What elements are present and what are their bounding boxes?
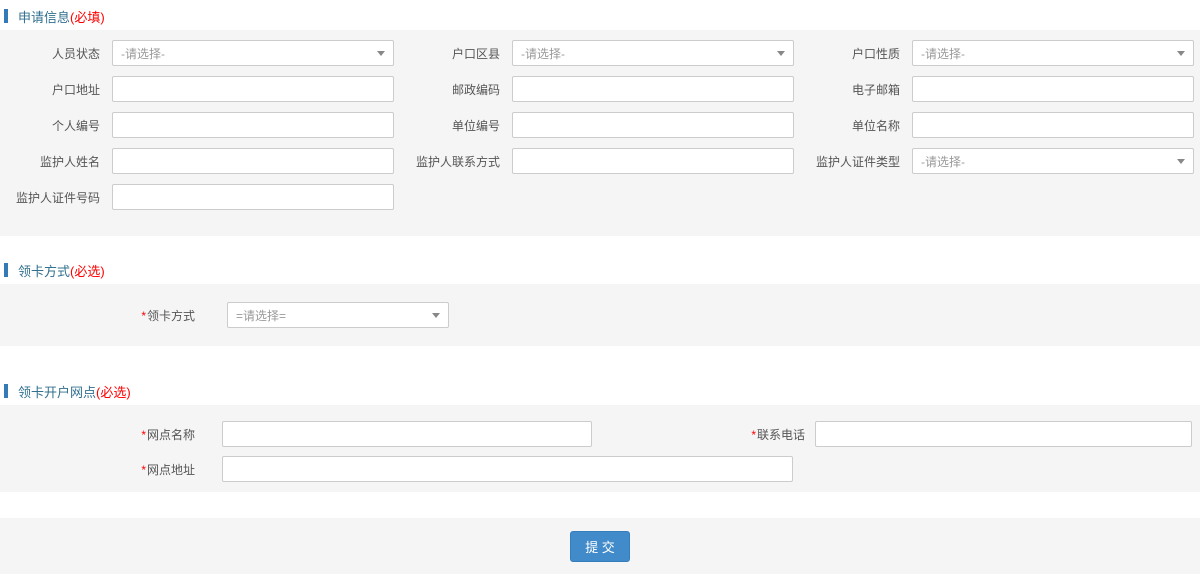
chevron-down-icon <box>1177 159 1185 164</box>
required-asterisk: * <box>141 428 146 442</box>
section-header-branch: 领卡开户网点 (必选) <box>4 383 1200 399</box>
section-header-application-info: 申请信息 (必填) <box>4 8 1200 24</box>
section-title: 领卡方式 <box>18 261 70 280</box>
form-row-3: 个人编号 单位编号 单位名称 <box>0 112 1200 138</box>
field-postal-code: 邮政编码 <box>400 76 800 102</box>
field-guardian-contact: 监护人联系方式 <box>400 148 800 174</box>
application-form-page: 申请信息 (必填) 人员状态 -请选择- 户口区县 -请选择- <box>0 0 1200 574</box>
field-label: 单位编号 <box>400 117 500 134</box>
field-guardian-name: 监护人姓名 <box>0 148 400 174</box>
chevron-down-icon <box>777 51 785 56</box>
chevron-down-icon <box>432 313 440 318</box>
field-label: 监护人证件号码 <box>0 189 100 206</box>
field-label-text: 领卡方式 <box>147 309 195 323</box>
field-label: 监护人联系方式 <box>400 153 500 170</box>
field-label: 人员状态 <box>0 45 100 62</box>
section-application-info: 申请信息 (必填) 人员状态 -请选择- 户口区县 -请选择- <box>0 8 1200 236</box>
field-card-method: *领卡方式 =请选择= <box>0 302 1200 328</box>
field-person-status: 人员状态 -请选择- <box>0 40 400 66</box>
field-hukou-address: 户口地址 <box>0 76 400 102</box>
email-input[interactable] <box>912 76 1194 102</box>
form-row-4: 监护人姓名 监护人联系方式 监护人证件类型 -请选择- <box>0 148 1200 174</box>
section-marker-icon <box>4 263 8 277</box>
field-label: 电子邮箱 <box>800 81 900 98</box>
guardian-id-no-input[interactable] <box>112 184 394 210</box>
required-asterisk: * <box>141 309 146 323</box>
field-unit-name: 单位名称 <box>800 112 1200 138</box>
select-value: -请选择- <box>921 153 965 170</box>
personal-no-input[interactable] <box>112 112 394 138</box>
guardian-contact-input[interactable] <box>512 148 794 174</box>
field-label-text: 联系电话 <box>757 428 805 442</box>
section-branch: 领卡开户网点 (必选) *网点名称 *联系电话 *网点地址 <box>0 383 1200 492</box>
field-email: 电子邮箱 <box>800 76 1200 102</box>
hukou-district-select[interactable]: -请选择- <box>512 40 794 66</box>
unit-no-input[interactable] <box>512 112 794 138</box>
select-value: -请选择- <box>921 45 965 62</box>
select-value: -请选择- <box>521 45 565 62</box>
required-tag: (必填) <box>70 7 105 26</box>
application-info-panel: 人员状态 -请选择- 户口区县 -请选择- 户口性质 <box>0 30 1200 236</box>
field-label-text: 网点地址 <box>147 463 195 477</box>
field-personal-no: 个人编号 <box>0 112 400 138</box>
field-hukou-district: 户口区县 -请选择- <box>400 40 800 66</box>
card-method-select[interactable]: =请选择= <box>227 302 449 328</box>
field-label: 个人编号 <box>0 117 100 134</box>
section-marker-icon <box>4 9 8 23</box>
required-tag: (必选) <box>70 261 105 280</box>
field-label: 监护人证件类型 <box>800 153 900 170</box>
hukou-address-input[interactable] <box>112 76 394 102</box>
chevron-down-icon <box>377 51 385 56</box>
section-marker-icon <box>4 384 8 398</box>
field-label: 邮政编码 <box>400 81 500 98</box>
field-guardian-id-no: 监护人证件号码 <box>0 184 400 210</box>
branch-row-2: *网点地址 <box>0 456 1200 482</box>
field-unit-no: 单位编号 <box>400 112 800 138</box>
field-label: 户口地址 <box>0 81 100 98</box>
select-value: -请选择- <box>121 45 165 62</box>
field-guardian-id-type: 监护人证件类型 -请选择- <box>800 148 1200 174</box>
guardian-id-type-select[interactable]: -请选择- <box>912 148 1194 174</box>
section-title: 领卡开户网点 <box>18 382 96 401</box>
branch-row-1: *网点名称 *联系电话 <box>0 421 1200 447</box>
field-label: 户口区县 <box>400 45 500 62</box>
form-row-2: 户口地址 邮政编码 电子邮箱 <box>0 76 1200 102</box>
contact-phone-input[interactable] <box>815 421 1192 447</box>
select-value: =请选择= <box>236 307 286 324</box>
submit-button[interactable]: 提 交 <box>570 531 630 562</box>
unit-name-input[interactable] <box>912 112 1194 138</box>
empty-cell <box>800 184 1200 210</box>
field-label: *网点地址 <box>0 461 195 478</box>
section-card-method: 领卡方式 (必选) *领卡方式 =请选择= <box>0 262 1200 346</box>
footer-bar: 提 交 <box>0 518 1200 574</box>
field-hukou-nature: 户口性质 -请选择- <box>800 40 1200 66</box>
hukou-nature-select[interactable]: -请选择- <box>912 40 1194 66</box>
branch-address-input[interactable] <box>222 456 793 482</box>
field-label: 监护人姓名 <box>0 153 100 170</box>
field-label: *网点名称 <box>0 426 195 443</box>
card-method-panel: *领卡方式 =请选择= <box>0 284 1200 346</box>
form-row-5: 监护人证件号码 <box>0 184 1200 210</box>
required-asterisk: * <box>751 428 756 442</box>
section-title: 申请信息 <box>18 7 70 26</box>
postal-code-input[interactable] <box>512 76 794 102</box>
field-label: *联系电话 <box>592 426 805 443</box>
branch-panel: *网点名称 *联系电话 *网点地址 <box>0 405 1200 492</box>
required-tag: (必选) <box>96 382 131 401</box>
chevron-down-icon <box>1177 51 1185 56</box>
branch-name-input[interactable] <box>222 421 592 447</box>
empty-cell <box>400 184 800 210</box>
person-status-select[interactable]: -请选择- <box>112 40 394 66</box>
field-label: 户口性质 <box>800 45 900 62</box>
form-row-1: 人员状态 -请选择- 户口区县 -请选择- 户口性质 <box>0 40 1200 66</box>
field-label: *领卡方式 <box>0 307 195 324</box>
section-header-card-method: 领卡方式 (必选) <box>4 262 1200 278</box>
field-label-text: 网点名称 <box>147 428 195 442</box>
field-label: 单位名称 <box>800 117 900 134</box>
guardian-name-input[interactable] <box>112 148 394 174</box>
required-asterisk: * <box>141 463 146 477</box>
